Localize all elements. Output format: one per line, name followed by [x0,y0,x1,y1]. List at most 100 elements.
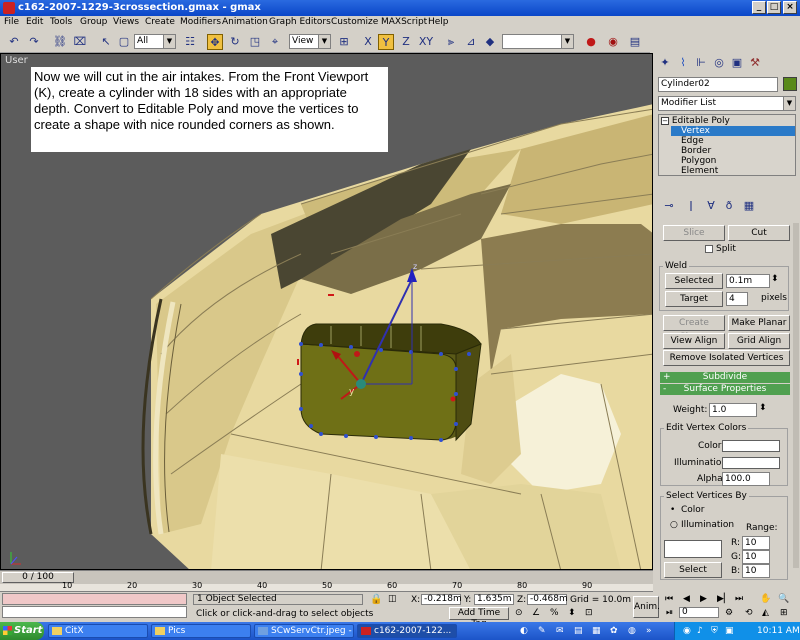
quick-launch-tool-icon[interactable]: ✎ [538,626,546,636]
taskbar-item-gmax[interactable]: c162-2007-122... [357,624,457,638]
arc-rotate-icon[interactable]: ⟲ [745,608,753,618]
utilities-tab-icon[interactable]: ⚒ [747,55,763,71]
stack-item-editable-poly[interactable]: − Editable Poly [661,116,730,126]
stack-item-element[interactable]: Element [681,166,718,176]
modifier-list-dropdown[interactable]: Modifier List ▼ [658,96,796,111]
target-weld-button[interactable]: Target [665,291,723,307]
menu-edit[interactable]: Edit [26,17,43,27]
tray-network-icon[interactable]: ◉ [683,626,691,636]
angle-snap-icon[interactable]: ∠ [532,608,540,618]
play-icon[interactable]: ▶ [700,594,707,604]
lock-selection-icon[interactable]: 🔒 [370,594,382,605]
weld-selected-button[interactable]: Selected [665,273,723,289]
stack-item-border[interactable]: Border [681,146,711,156]
quick-launch-mail-icon[interactable]: ✉ [556,626,564,636]
select-by-name-icon[interactable]: ☷ [182,34,198,50]
mirror-icon[interactable]: ⫸ [443,34,459,50]
menu-graph-editors[interactable]: Graph Editors [269,17,331,27]
window-crossing-icon[interactable]: ⊡ [585,608,593,618]
range-b-spinner[interactable]: 10 [742,564,770,578]
menu-maxscript[interactable]: MAXScript [381,17,427,27]
go-to-end-icon[interactable]: ⏭ [735,594,743,604]
range-g-spinner[interactable]: 10 [742,550,770,564]
quick-launch-explorer-icon[interactable]: ▤ [574,626,583,636]
stack-item-polygon[interactable]: Polygon [681,156,716,166]
quick-launch-calc-icon[interactable]: ▦ [592,626,601,636]
menu-help[interactable]: Help [428,17,449,27]
z-coordinate-field[interactable]: -0.468m [527,594,568,605]
render-icon[interactable]: ◉ [605,34,621,50]
rotate-icon[interactable]: ↻ [227,34,243,50]
percent-snap-icon[interactable]: % [550,608,559,618]
link-icon[interactable]: ⛓ [52,34,68,50]
align-icon[interactable]: ⊿ [463,34,479,50]
previous-frame-icon[interactable]: ◀ [683,594,690,604]
create-shape-button[interactable]: Create Shape [663,315,725,342]
create-tab-icon[interactable]: ✦ [657,55,673,71]
current-frame-field[interactable]: 0 [679,607,719,618]
configure-modifier-sets-icon[interactable]: ▦ [741,198,757,214]
illumination-color-swatch[interactable] [722,457,780,469]
x-coordinate-field[interactable]: -0.218m [421,594,462,605]
menu-customize[interactable]: Customize [331,17,378,27]
axis-z-icon[interactable]: Z [398,34,414,50]
stack-item-edge[interactable]: Edge [681,136,704,146]
quick-launch-paint-icon[interactable]: ✿ [610,626,618,636]
go-to-start-icon[interactable]: ⏮ [665,594,673,604]
range-r-spinner[interactable]: 10 [742,536,770,550]
select-color-swatch[interactable] [664,540,722,558]
modify-tab-icon[interactable]: ⌇ [675,55,691,71]
zoom-icon[interactable]: 🔍 [778,594,789,604]
render-scene-icon[interactable]: ▤ [627,34,643,50]
cut-button[interactable]: Cut [728,225,790,241]
slice-button[interactable]: Slice [663,225,725,241]
menu-create[interactable]: Create [145,17,175,27]
gmax-app-icon[interactable] [3,2,15,14]
pivot-center-icon[interactable]: ⊞ [336,34,352,50]
start-button[interactable]: Start [0,622,44,640]
motion-tab-icon[interactable]: ◎ [711,55,727,71]
hierarchy-tab-icon[interactable]: ⊩ [693,55,709,71]
select-object-icon[interactable]: ↖ [98,34,114,50]
color-radio-icon[interactable]: • [670,505,675,515]
close-button[interactable]: × [783,1,797,14]
selection-filter-dropdown[interactable]: All ▼ [134,34,176,49]
spinner-snap-icon[interactable]: ⬍ [568,608,576,618]
menu-tools[interactable]: Tools [50,17,72,27]
stack-item-vertex[interactable]: Vertex [671,126,795,136]
menu-file[interactable]: File [4,17,19,27]
named-selection-dropdown[interactable]: ▼ [502,34,574,49]
spinner-arrows-icon[interactable]: ⬍ [771,274,779,284]
key-mode-icon[interactable]: ⏯ [666,608,673,618]
undo-icon[interactable]: ↶ [6,34,22,50]
grid-align-button[interactable]: Grid Align [728,333,790,349]
viewport-label[interactable]: User [5,55,28,66]
clock[interactable]: 10:11 AM [757,626,800,636]
spinner-arrows-icon[interactable]: ⬍ [759,403,767,413]
split-checkbox[interactable] [705,245,713,253]
animate-button[interactable]: Anim. [633,596,660,618]
object-name-field[interactable]: Cylinder02 [658,77,778,92]
material-icon[interactable]: ◆ [482,34,498,50]
y-coordinate-field[interactable]: 1.635m [474,594,514,605]
tray-app-icon[interactable]: ▣ [725,626,734,636]
next-frame-icon[interactable]: ▶▏ [717,594,731,604]
quick-launch-ie-icon[interactable]: ◐ [520,626,528,636]
object-color-swatch[interactable] [783,77,797,91]
menu-views[interactable]: Views [113,17,139,27]
quick-launch-more-icon[interactable]: » [646,626,652,636]
weight-spinner[interactable]: 1.0 [709,403,757,417]
select-by-color-button[interactable]: Select [664,562,722,578]
maxscript-listener-white[interactable] [2,606,187,618]
pan-icon[interactable]: ✋ [760,594,771,604]
time-config-icon[interactable]: ⚙ [725,608,733,618]
modifier-stack[interactable]: − Editable Poly Vertex Edge Border Polyg… [658,114,796,176]
taskbar-item-image-viewer[interactable]: SCwServCtr.jpeg - ... [254,624,354,640]
field-of-view-icon[interactable]: ◭ [762,608,769,618]
snap-toggle-icon[interactable]: ⊙ [515,608,523,618]
menu-group[interactable]: Group [80,17,107,27]
make-unique-icon[interactable]: ∀ [703,198,719,214]
axis-xy-icon[interactable]: XY [418,34,434,50]
taskbar-item-citx[interactable]: CitX [48,624,148,638]
display-tab-icon[interactable]: ▣ [729,55,745,71]
